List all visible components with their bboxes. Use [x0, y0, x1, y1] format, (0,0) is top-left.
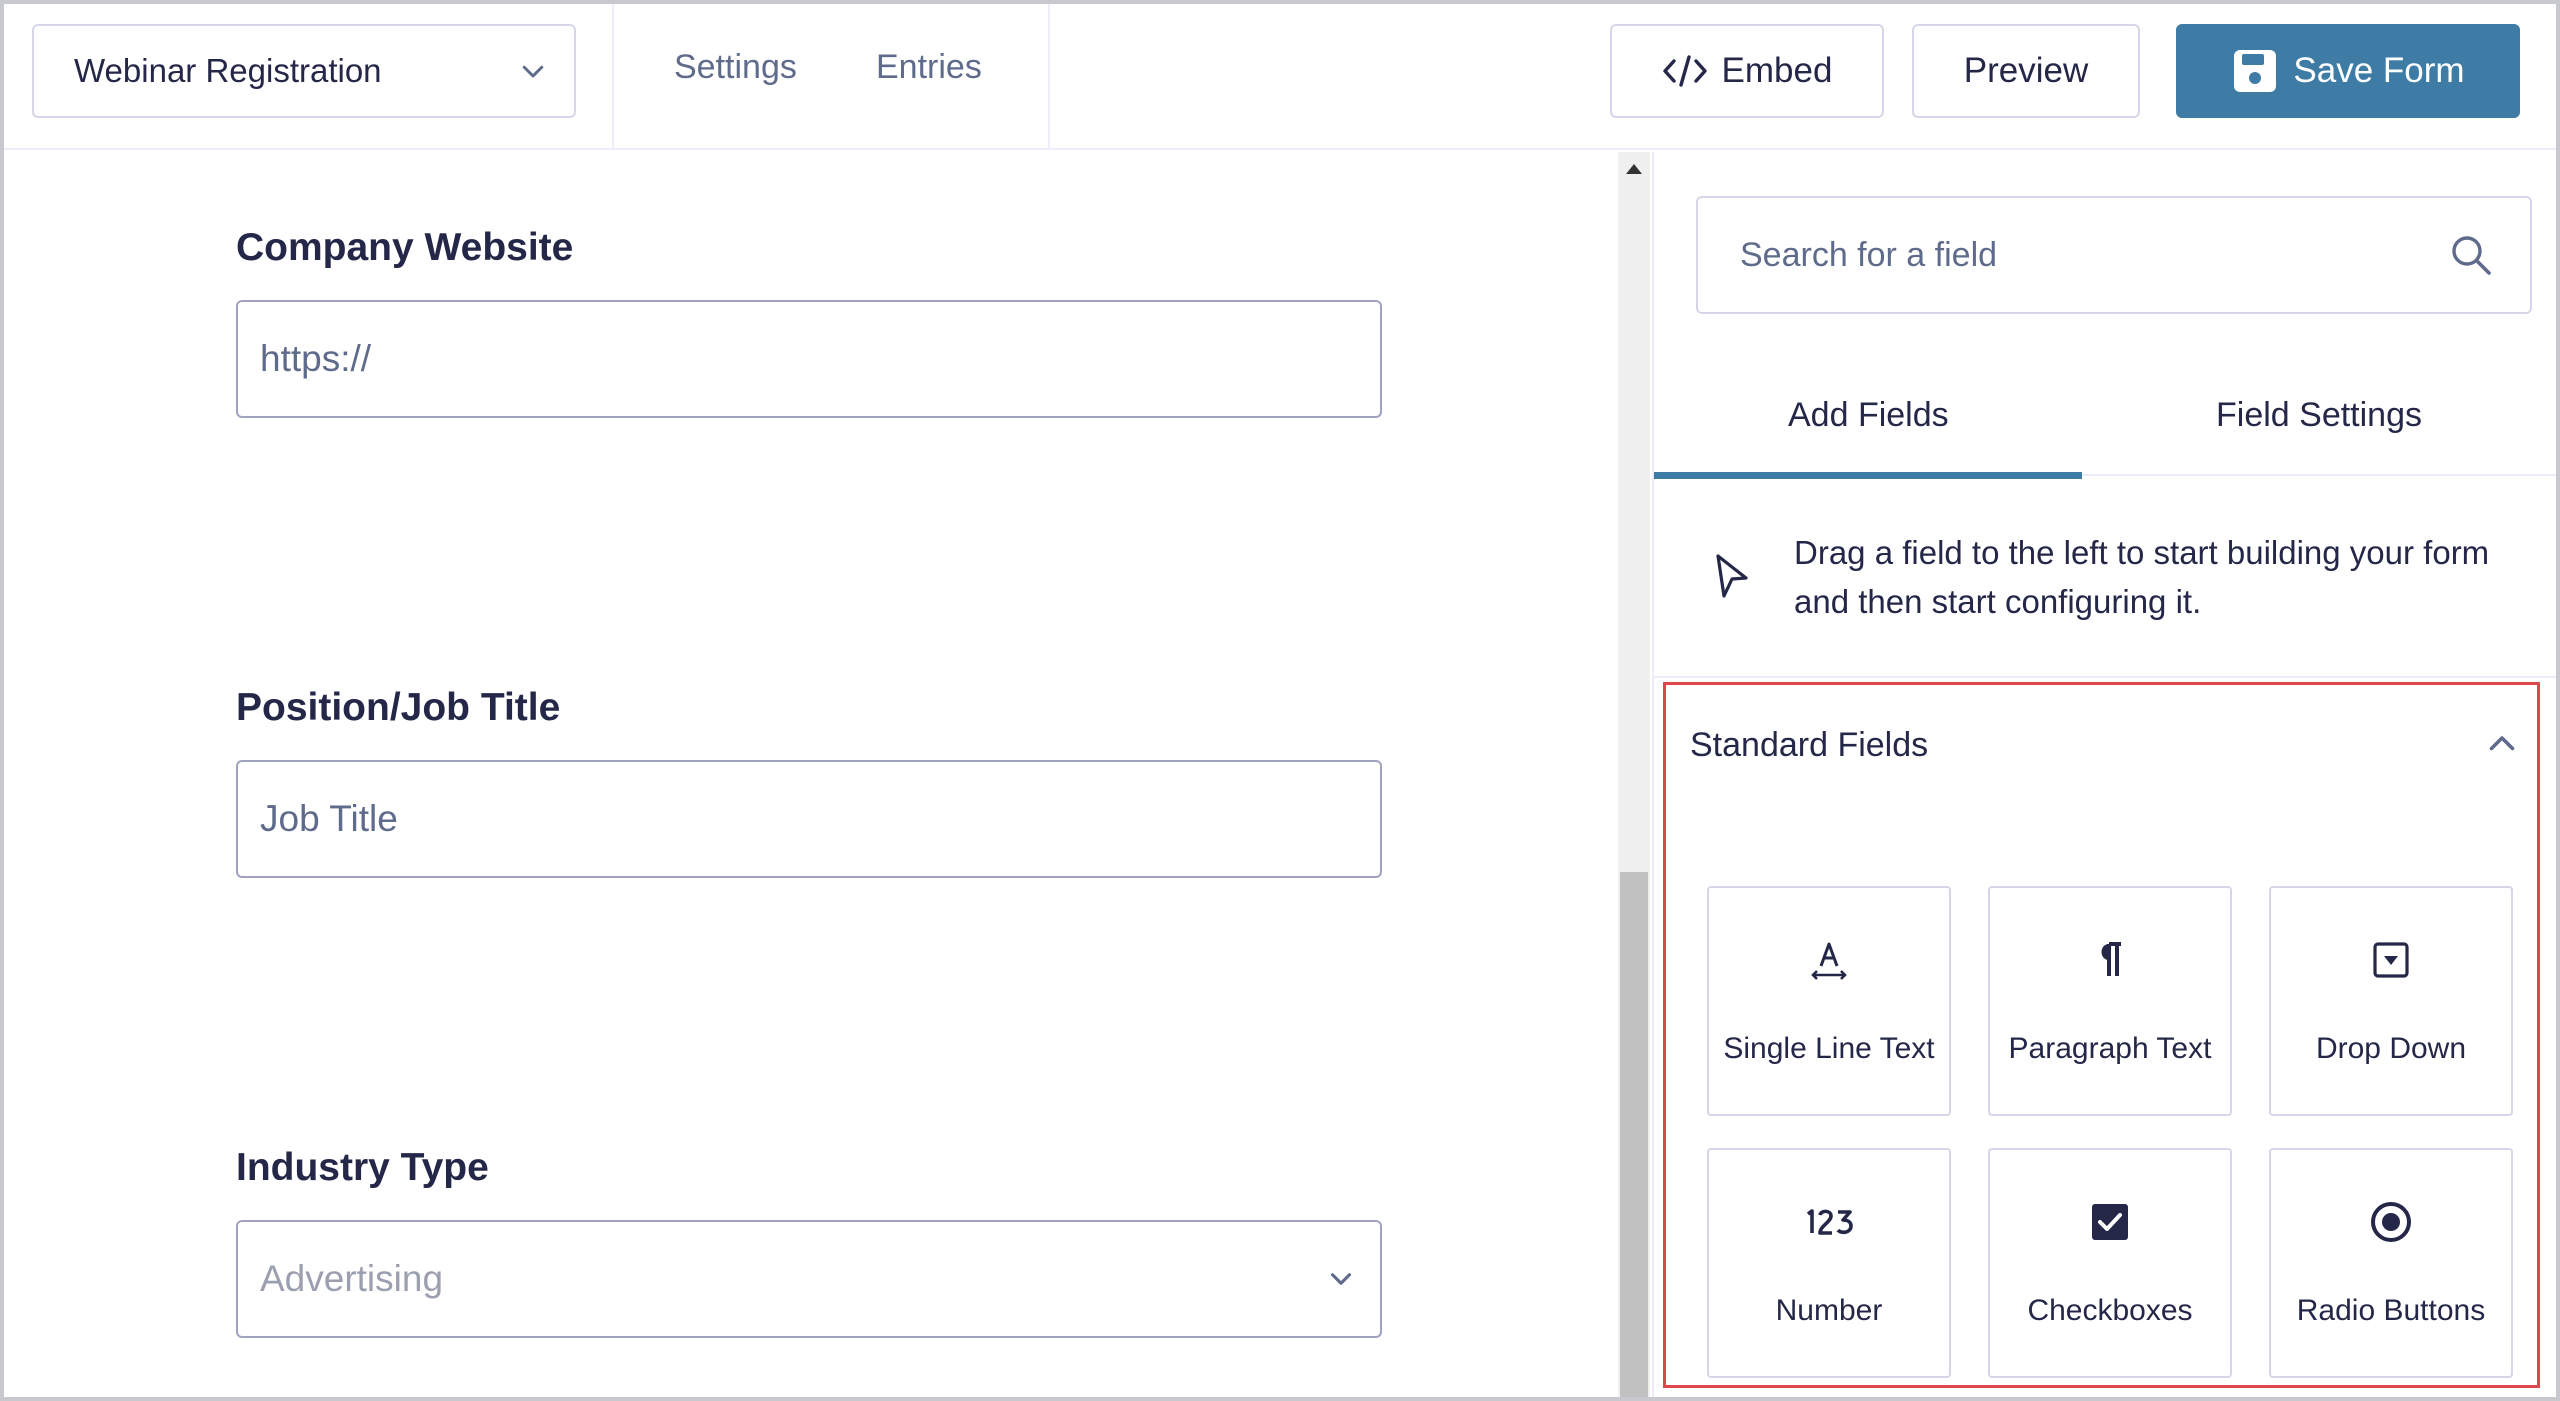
chevron-down-icon — [1330, 1273, 1352, 1285]
tile-number[interactable]: Number — [1707, 1148, 1951, 1378]
embed-button[interactable]: Embed — [1610, 24, 1884, 118]
tile-drop-down[interactable]: Drop Down — [2269, 886, 2513, 1116]
search-icon — [2452, 236, 2491, 275]
tile-label: Radio Buttons — [2296, 1294, 2486, 1327]
cursor-icon — [1716, 554, 1748, 598]
field-search-input[interactable]: Search for a field — [1696, 196, 2532, 314]
tile-label: Checkboxes — [2027, 1294, 2193, 1327]
nav-entries[interactable]: Entries — [876, 48, 982, 87]
divider — [1048, 4, 1050, 150]
scroll-up-arrow[interactable] — [1626, 164, 1642, 174]
checkbox-icon — [2092, 1204, 2128, 1240]
save-icon — [2234, 50, 2277, 92]
tab-field-settings[interactable]: Field Settings — [2216, 396, 2422, 435]
select-value: Advertising — [260, 1258, 444, 1299]
standard-fields-title: Standard Fields — [1690, 726, 1929, 764]
drag-hint-text: Drag a field to the left to start buildi… — [1794, 534, 2490, 620]
single-line-text-icon — [1811, 942, 1847, 980]
tile-single-line-text[interactable]: Single Line Text — [1707, 886, 1951, 1116]
tab-add-fields[interactable]: Add Fields — [1788, 396, 1949, 435]
embed-label: Embed — [1721, 51, 1833, 90]
company-website-input[interactable]: https:// — [236, 300, 1382, 418]
field-label-job-title: Position/Job Title — [236, 686, 561, 729]
divider — [612, 4, 614, 150]
preview-label: Preview — [1963, 51, 2089, 90]
scrollbar-thumb[interactable] — [1620, 872, 1648, 1397]
tile-label: Paragraph Text — [2008, 1032, 2212, 1065]
dropdown-icon — [2373, 942, 2409, 978]
search-placeholder: Search for a field — [1740, 235, 1998, 274]
number-icon — [1806, 1209, 1853, 1235]
form-selector[interactable]: Webinar Registration — [32, 24, 576, 118]
top-bar: Webinar Registration Settings Entries Em… — [4, 4, 2556, 150]
save-form-button[interactable]: Save Form — [2176, 24, 2520, 118]
field-label-industry-type: Industry Type — [236, 1146, 489, 1189]
chevron-up-icon[interactable] — [2484, 726, 2520, 762]
job-title-input[interactable]: Job Title — [236, 760, 1382, 878]
tile-label: Number — [1775, 1294, 1883, 1327]
tile-checkboxes[interactable]: Checkboxes — [1988, 1148, 2232, 1378]
field-label-company-website: Company Website — [236, 226, 574, 269]
tile-label: Single Line Text — [1723, 1032, 1935, 1065]
field-placeholder: Job Title — [260, 798, 398, 839]
field-placeholder: https:// — [260, 338, 372, 379]
chevron-down-icon — [522, 65, 544, 78]
tile-label: Drop Down — [2315, 1032, 2467, 1065]
industry-type-select[interactable]: Advertising — [236, 1220, 1382, 1338]
form-name: Webinar Registration — [74, 52, 382, 89]
radio-icon — [2371, 1202, 2411, 1242]
tile-paragraph-text[interactable]: Paragraph Text — [1988, 886, 2232, 1116]
app-window: Webinar Registration Settings Entries Em… — [0, 0, 2560, 1401]
divider — [1654, 676, 2556, 678]
code-icon — [1662, 55, 1707, 87]
preview-button[interactable]: Preview — [1912, 24, 2140, 118]
paragraph-icon — [2101, 942, 2121, 976]
nav-settings[interactable]: Settings — [674, 48, 797, 87]
save-label: Save Form — [2293, 51, 2465, 90]
active-tab-indicator — [1654, 472, 2082, 479]
tile-radio-buttons[interactable]: Radio Buttons — [2269, 1148, 2513, 1378]
